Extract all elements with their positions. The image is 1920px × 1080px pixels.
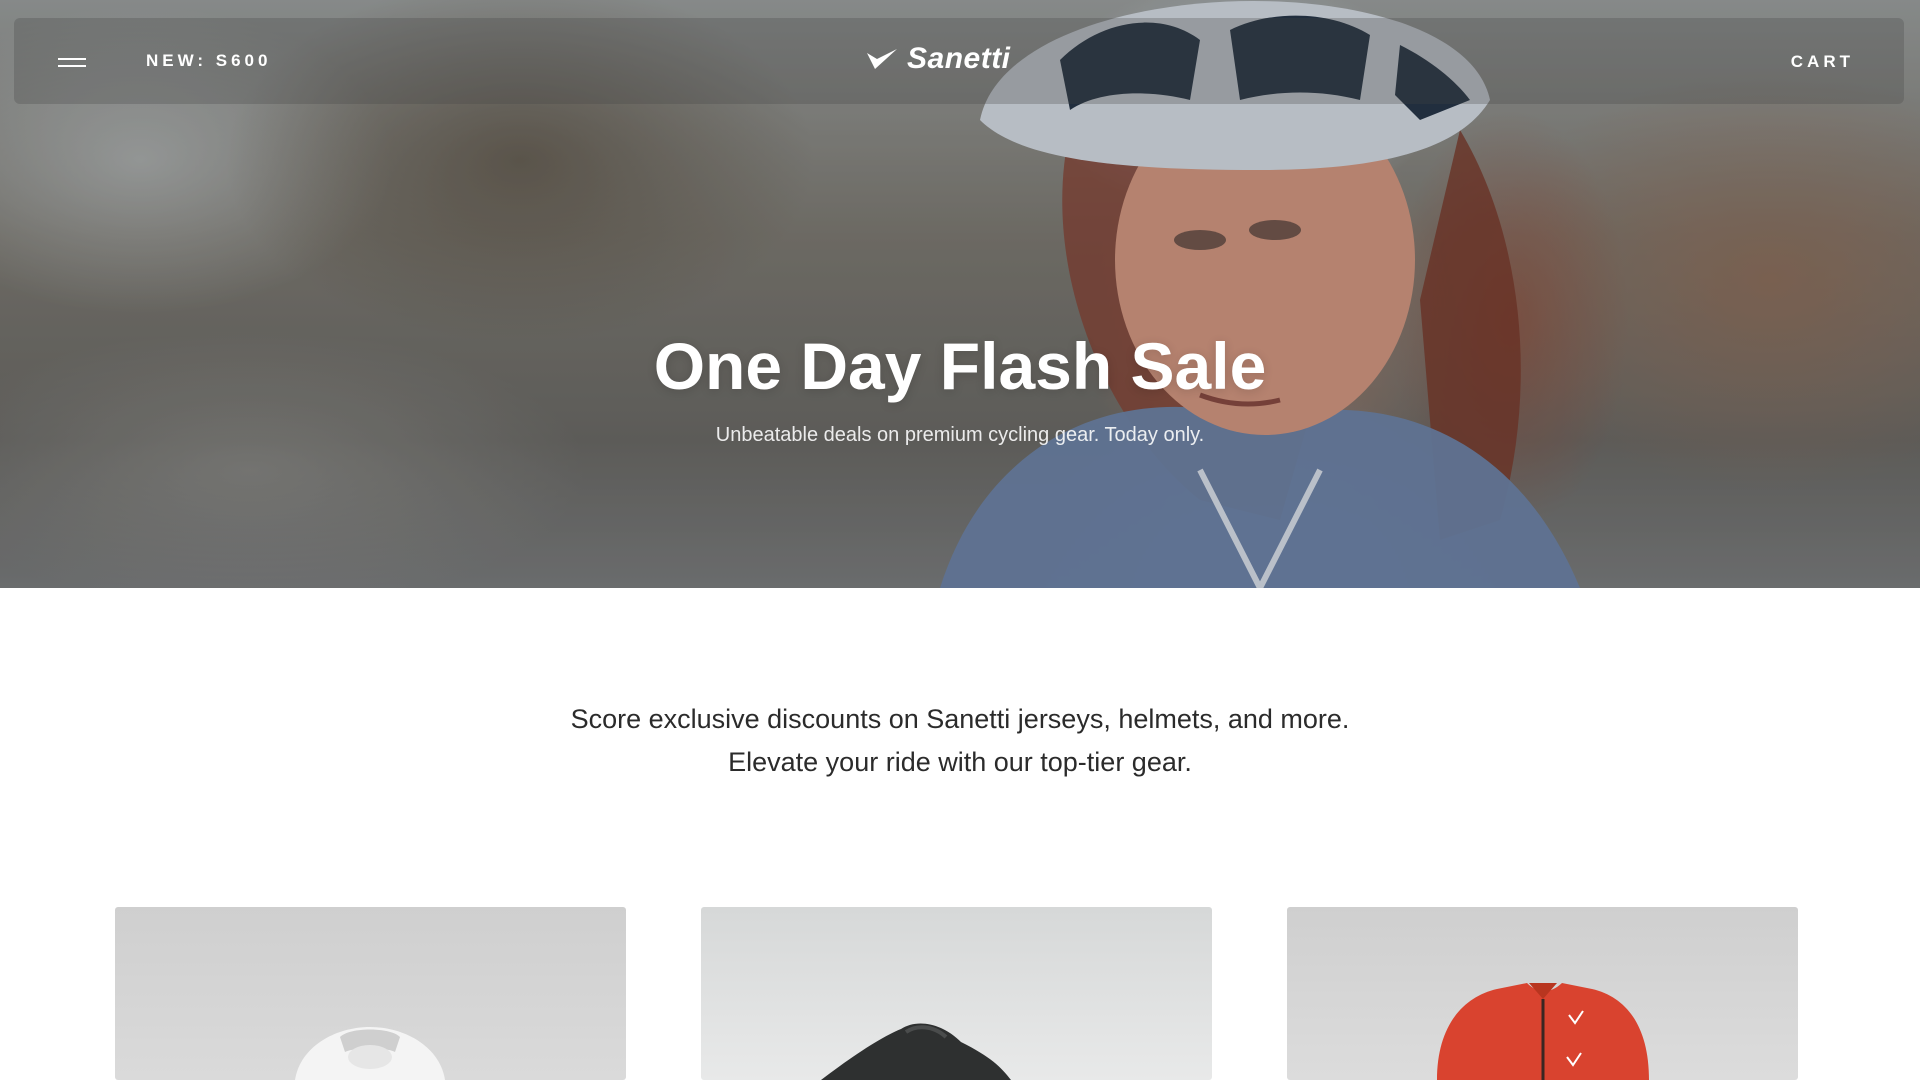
intro-line-2: Elevate your ride with our top-tier gear… [728,747,1192,777]
new-product-link[interactable]: NEW: S600 [146,51,271,71]
hero-subtitle: Unbeatable deals on premium cycling gear… [715,424,1205,446]
intro-line-1: Score exclusive discounts on Sanetti jer… [570,704,1350,734]
brand-name: Sanetti [907,42,1011,75]
intro-text: Score exclusive discounts on Sanetti jer… [0,698,1920,784]
checkmark-swoosh-icon [867,49,897,69]
cart-link[interactable]: CART [1791,52,1854,72]
hero-banner: NEW: S600 Sanetti CART One Day Flash Sal… [0,0,1920,588]
black-cycling-shoe-image [821,1023,1011,1080]
product-card-jersey[interactable] [1287,907,1798,1080]
red-cycling-jersey-image [1437,983,1649,1080]
product-card-helmet[interactable] [115,907,626,1080]
product-card-shoe[interactable] [701,907,1212,1080]
brand-logo[interactable]: Sanetti [865,42,1011,76]
hero-title: One Day Flash Sale [653,329,1267,403]
white-helmet-image [295,1027,445,1080]
hamburger-menu-icon[interactable] [58,58,86,68]
